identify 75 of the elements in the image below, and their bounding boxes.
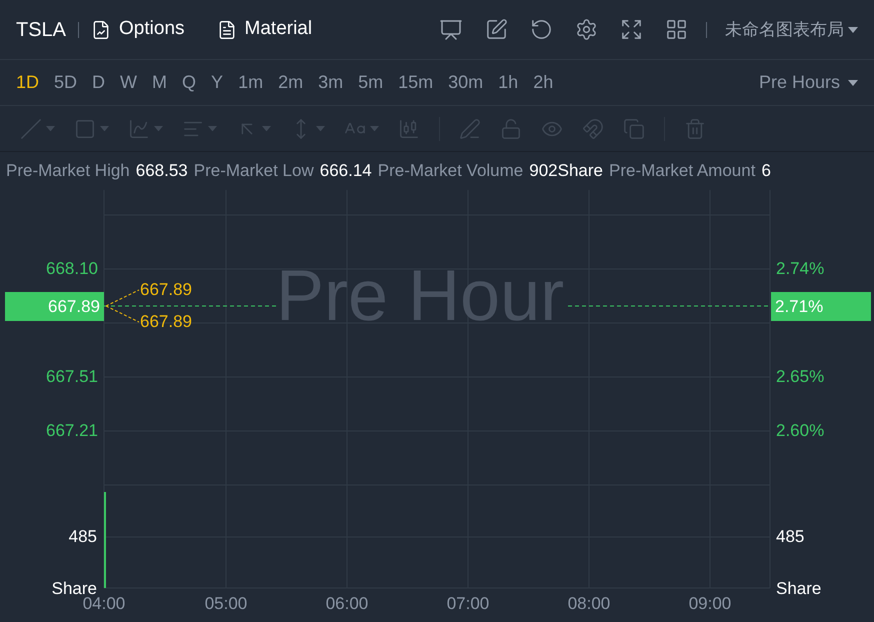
caret-icon xyxy=(848,80,858,86)
timeframe-tab[interactable]: D xyxy=(92,69,106,96)
chart-display-icon[interactable] xyxy=(439,18,463,42)
copy-icon[interactable] xyxy=(623,118,645,140)
timeframe-tab[interactable]: 30m xyxy=(448,69,484,96)
volume-axis-label: Share xyxy=(776,580,822,597)
stat-label: Pre-Market Amount xyxy=(608,160,756,182)
settings-icon[interactable] xyxy=(575,18,598,41)
caret-icon xyxy=(208,126,217,132)
document-icon xyxy=(216,20,237,40)
timeframe-tab[interactable]: 3m xyxy=(318,69,344,96)
time-axis-label: 06:00 xyxy=(324,595,370,612)
timeframe-tab[interactable]: 1m xyxy=(238,69,264,96)
caret-icon xyxy=(848,26,858,32)
chart-document-icon xyxy=(91,20,112,40)
stat-label: Pre-Market Volume xyxy=(378,160,524,182)
line-tool-icon[interactable] xyxy=(20,118,42,140)
edit-icon[interactable] xyxy=(485,18,508,41)
session-dropdown[interactable]: Pre Hours xyxy=(758,69,858,96)
caret-icon xyxy=(154,126,163,132)
stat-value: 666.14 xyxy=(320,160,372,182)
timeframe-tab[interactable]: Q xyxy=(182,69,196,96)
volume-axis-label: Share xyxy=(52,580,97,597)
timeframe-tab[interactable]: 5m xyxy=(358,69,384,96)
time-axis-label: 08:00 xyxy=(566,595,612,612)
caret-icon xyxy=(262,126,271,132)
percent-axis-label: 2.65% xyxy=(776,368,824,385)
percent-axis-label: 2.60% xyxy=(776,422,824,439)
layout-grid-icon[interactable] xyxy=(665,18,688,41)
wave-tool-icon[interactable] xyxy=(128,118,150,140)
time-axis-label: 07:00 xyxy=(446,595,490,612)
stat-value: 6 xyxy=(761,160,771,182)
percent-axis-label: 2.74% xyxy=(776,260,824,277)
stat-label: Pre-Market Low xyxy=(194,160,314,182)
caret-icon xyxy=(46,126,55,132)
magnet-icon[interactable] xyxy=(582,118,604,140)
current-percent-tag: 2.71% xyxy=(771,292,871,321)
layout-dropdown[interactable]: 未命名图表布局 xyxy=(725,16,858,42)
candlestick-icon[interactable] xyxy=(398,118,420,140)
price-axis-label: 667.51 xyxy=(46,368,98,385)
rectangle-tool-icon[interactable] xyxy=(74,118,96,140)
caret-icon xyxy=(316,126,325,132)
time-axis-label: 09:00 xyxy=(688,595,732,612)
stat-value: 668.53 xyxy=(136,160,188,182)
timeframe-tab[interactable]: 15m xyxy=(398,69,434,96)
time-axis-label: 05:00 xyxy=(204,595,248,612)
trash-icon[interactable] xyxy=(684,118,706,140)
price-axis-label: 667.21 xyxy=(46,422,98,439)
timeframe-tab[interactable]: 2h xyxy=(533,69,554,96)
refresh-icon[interactable] xyxy=(530,18,553,41)
timeframe-tab[interactable]: 1h xyxy=(498,69,518,96)
price-annotation: 667.89 xyxy=(140,281,192,298)
caret-icon xyxy=(100,126,109,132)
unlock-icon[interactable] xyxy=(500,118,522,140)
symbol-title: TSLA xyxy=(16,18,66,42)
timeframe-tab[interactable]: 1D xyxy=(16,69,40,96)
price-annotation: 667.89 xyxy=(140,313,192,330)
timeframe-tab[interactable]: 2m xyxy=(278,69,304,96)
timeframe-tab[interactable]: Y xyxy=(211,69,224,96)
timeframe-tab[interactable]: W xyxy=(120,69,138,96)
pen-icon[interactable] xyxy=(459,118,481,140)
fullscreen-icon[interactable] xyxy=(620,18,643,41)
stat-label: Pre-Market High xyxy=(6,160,130,182)
stat-value: 902Share xyxy=(529,160,603,182)
header-link[interactable]: Options xyxy=(91,15,185,44)
caret-icon xyxy=(370,126,379,132)
price-axis-label: 668.10 xyxy=(46,260,98,277)
header-link[interactable]: Material xyxy=(216,15,312,44)
timeframe-tab[interactable]: M xyxy=(152,69,168,96)
current-price-tag: 667.89 xyxy=(5,292,104,321)
leader-line xyxy=(106,290,140,322)
time-axis-label: 04:00 xyxy=(82,595,126,612)
volume-axis-label: 485 xyxy=(776,528,804,545)
timeframe-tab[interactable]: 5D xyxy=(54,69,78,96)
volume-axis-label: 485 xyxy=(68,528,97,545)
